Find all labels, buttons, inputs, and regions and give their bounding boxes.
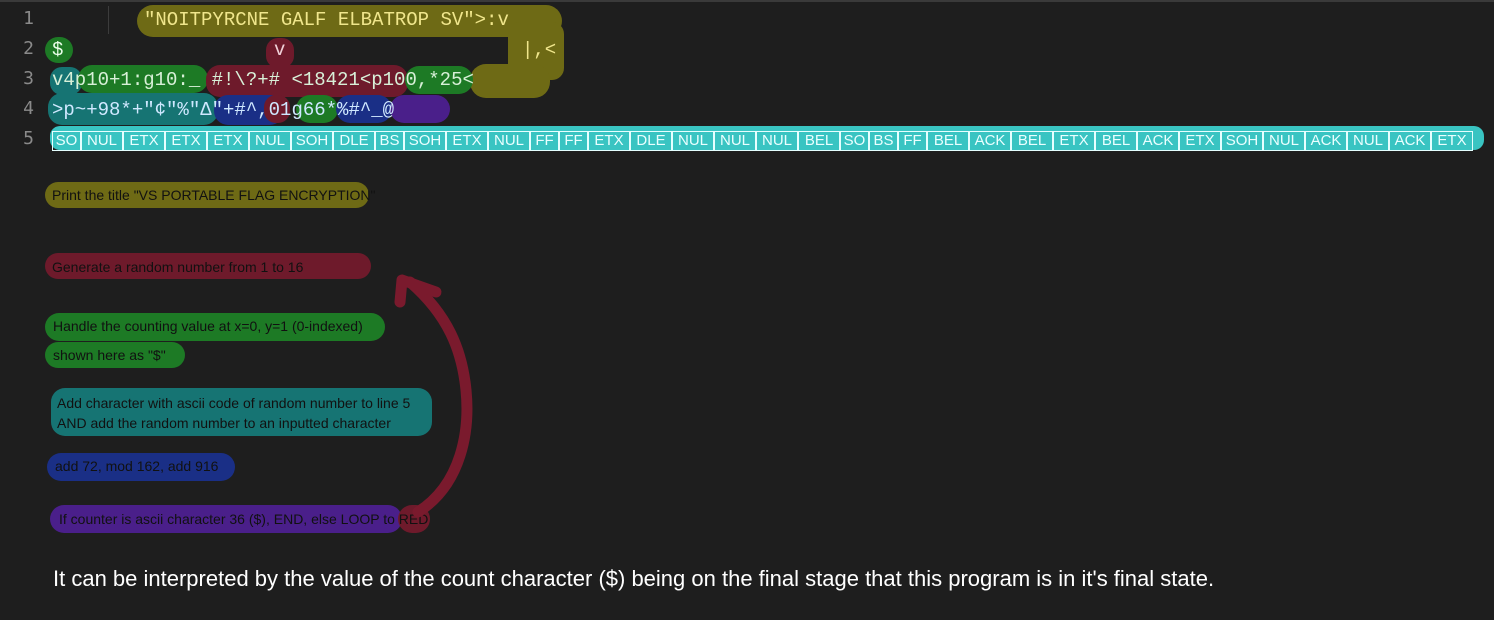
control-char-nul: NUL	[249, 131, 291, 151]
code-line-4: >p~+98*+"¢"%"Δ"+#^,01g66*%#^_@	[52, 99, 395, 121]
control-char-ff: FF	[898, 131, 927, 151]
line-number: 5	[23, 128, 34, 149]
control-char-so: SO	[52, 131, 81, 151]
control-char-ack: ACK	[969, 131, 1011, 151]
control-char-soh: SOH	[404, 131, 446, 151]
control-char-soh: SOH	[1221, 131, 1263, 151]
note-print-title: Print the title "VS PORTABLE FLAG ENCRYP…	[52, 187, 376, 203]
line-number: 4	[23, 98, 34, 119]
control-char-ff: FF	[530, 131, 559, 151]
footer-explanation: It can be interpreted by the value of th…	[53, 566, 1215, 591]
control-char-ack: ACK	[1389, 131, 1431, 151]
control-char-soh: SOH	[291, 131, 333, 151]
control-char-bel: BEL	[1095, 131, 1137, 151]
highlight-yellow-line3-end	[470, 64, 550, 98]
window-top-border	[0, 0, 1494, 2]
control-char-etx: ETX	[446, 131, 488, 151]
highlight-purple-end	[390, 95, 450, 123]
control-char-etx: ETX	[1179, 131, 1221, 151]
code-line-3: v4p10+1:g10:_ #!\?+# <18421<p100,*25<	[52, 69, 474, 91]
control-char-ff: FF	[559, 131, 588, 151]
control-char-etx: ETX	[1053, 131, 1095, 151]
code-dollar-counter: $	[52, 39, 64, 61]
line-number: 2	[23, 38, 34, 59]
control-char-so: SO	[840, 131, 869, 151]
note-shown-as-dollar: shown here as "$"	[53, 347, 166, 363]
note-add-mod: add 72, mod 162, add 916	[55, 458, 219, 474]
control-char-etx: ETX	[165, 131, 207, 151]
note-add-character: Add character with ascii code of random …	[57, 395, 411, 411]
control-char-etx: ETX	[1431, 131, 1473, 151]
note-random-number: Generate a random number from 1 to 16	[52, 259, 304, 275]
control-char-nul: NUL	[1347, 131, 1389, 151]
code-line-2-end: |,<	[522, 39, 557, 61]
control-char-ack: ACK	[1137, 131, 1179, 151]
line-number: 3	[23, 68, 34, 89]
control-char-etx: ETX	[123, 131, 165, 151]
indent-guide	[108, 6, 109, 34]
note-counting-value: Handle the counting value at x=0, y=1 (0…	[53, 318, 363, 334]
control-char-nul: NUL	[1263, 131, 1305, 151]
control-char-bel: BEL	[798, 131, 840, 151]
control-char-dle: DLE	[333, 131, 375, 151]
control-char-dle: DLE	[630, 131, 672, 151]
control-char-etx: ETX	[207, 131, 249, 151]
control-char-ack: ACK	[1305, 131, 1347, 151]
code-line-2-v: v	[274, 39, 286, 61]
control-char-nul: NUL	[714, 131, 756, 151]
control-char-nul: NUL	[488, 131, 530, 151]
note-add-random: AND add the random number to an inputted…	[57, 415, 391, 431]
control-char-bs: BS	[375, 131, 404, 151]
control-char-nul: NUL	[81, 131, 123, 151]
control-char-nul: NUL	[672, 131, 714, 151]
control-char-nul: NUL	[756, 131, 798, 151]
control-char-bs: BS	[869, 131, 898, 151]
line-number: 1	[23, 8, 34, 29]
code-line-1: "NOITPYRCNE GALF ELBATROP SV">:v	[144, 9, 509, 31]
control-char-bel: BEL	[1011, 131, 1053, 151]
control-char-bel: BEL	[927, 131, 969, 151]
control-char-etx: ETX	[588, 131, 630, 151]
note-loop-condition: If counter is ascii character 36 ($), EN…	[59, 511, 429, 527]
